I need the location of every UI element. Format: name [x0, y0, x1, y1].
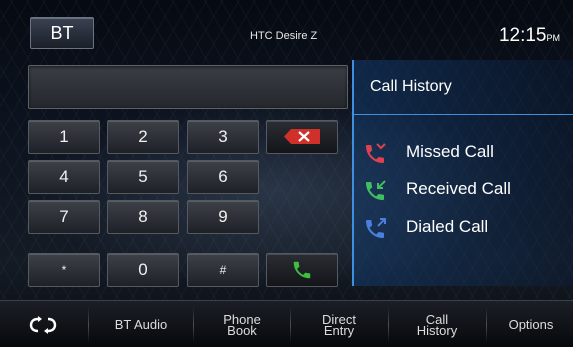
tab-divider: [88, 307, 89, 343]
tab-divider: [486, 307, 487, 343]
dialed-call-item[interactable]: Dialed Call: [364, 215, 569, 243]
key-9[interactable]: 9: [187, 200, 259, 234]
call-history-title: Call History: [370, 78, 452, 95]
tab-bt-audio-label: BT Audio: [114, 317, 168, 332]
tab-options-label: Options: [508, 317, 554, 332]
bottom-nav-bar: BT Audio Phone Book Direct Entry Call Hi…: [0, 300, 573, 347]
clock: 12:15PM: [490, 25, 560, 47]
device-name: HTC Desire Z: [250, 30, 318, 42]
top-bar: BT HTC Desire Z 12:15PM: [0, 0, 573, 56]
phone-call-icon: [293, 261, 311, 279]
call-history-panel: Call History Missed Call Received Call D…: [352, 60, 573, 286]
tab-options[interactable]: Options: [489, 301, 573, 347]
tab-direct-entry[interactable]: Direct Entry: [293, 301, 385, 347]
phone-screen: BT HTC Desire Z 12:15PM 1 2 3 4 5 6 7 8 …: [0, 0, 573, 347]
tab-direct-entry-line2: Entry: [323, 322, 355, 338]
delete-backspace-icon: [284, 129, 320, 144]
delete-button[interactable]: [266, 120, 338, 154]
tab-phone-book[interactable]: Phone Book: [196, 301, 288, 347]
tab-divider: [388, 307, 389, 343]
clock-ampm: PM: [546, 33, 561, 43]
key-3[interactable]: 3: [187, 120, 259, 154]
key-hash[interactable]: #: [187, 253, 259, 287]
received-call-icon: [366, 180, 386, 200]
missed-call-icon: [366, 143, 386, 163]
key-1[interactable]: 1: [28, 120, 100, 154]
tab-divider: [193, 307, 194, 343]
tab-call-history[interactable]: Call History: [391, 301, 483, 347]
tab-divider: [290, 307, 291, 343]
missed-call-item[interactable]: Missed Call: [364, 140, 569, 168]
tab-sync[interactable]: [0, 301, 85, 347]
sync-arrows-icon: [29, 315, 56, 334]
missed-call-label: Missed Call: [406, 142, 494, 161]
key-5[interactable]: 5: [107, 160, 179, 194]
bt-button[interactable]: BT: [30, 17, 94, 49]
key-star[interactable]: *: [28, 253, 100, 287]
tab-phone-book-line2: Book: [227, 322, 257, 338]
tab-bt-audio[interactable]: BT Audio: [92, 301, 190, 347]
dialed-call-label: Dialed Call: [406, 217, 489, 236]
key-4[interactable]: 4: [28, 160, 100, 194]
key-8[interactable]: 8: [107, 200, 179, 234]
clock-time: 12:15: [498, 25, 547, 46]
divider: [354, 114, 573, 115]
key-6[interactable]: 6: [187, 160, 259, 194]
key-2[interactable]: 2: [107, 120, 179, 154]
tab-call-history-line2: History: [416, 322, 458, 338]
key-7[interactable]: 7: [28, 200, 100, 234]
dialed-call-icon: [366, 218, 386, 238]
key-0[interactable]: 0: [107, 253, 179, 287]
call-button[interactable]: [266, 253, 338, 287]
received-call-item[interactable]: Received Call: [364, 177, 569, 205]
number-entry-field[interactable]: [28, 65, 348, 109]
received-call-label: Received Call: [406, 179, 511, 198]
